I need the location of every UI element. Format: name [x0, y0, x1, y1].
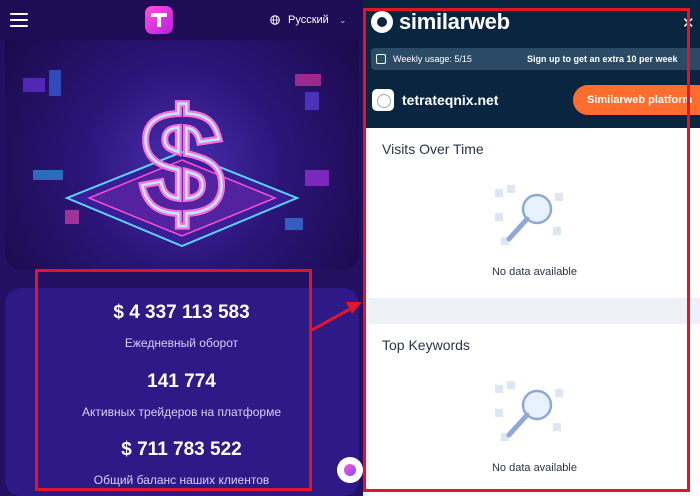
- annotation-arrow: [311, 302, 362, 332]
- screenshot-root: Русский ⌄ $ $ $ 4 337 113 583 Ежедневный…: [0, 0, 700, 496]
